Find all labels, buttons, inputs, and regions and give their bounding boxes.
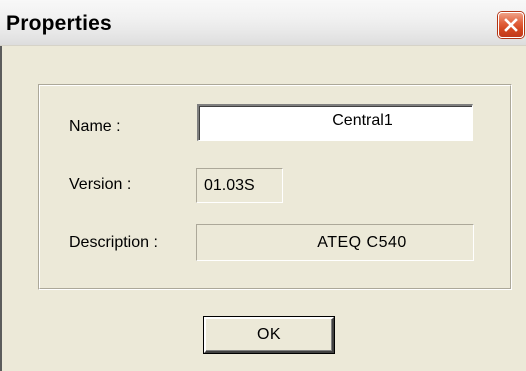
dialog-title: Properties [6, 12, 112, 35]
close-icon [503, 17, 519, 33]
description-value: ATEQ C540 [317, 234, 407, 251]
description-field: ATEQ C540 [196, 224, 474, 261]
name-label: Name : [69, 118, 121, 135]
ok-button[interactable]: OK [204, 317, 334, 353]
version-label: Version : [69, 176, 132, 193]
name-field[interactable]: Central1 [197, 104, 473, 141]
title-bar[interactable]: Properties [0, 0, 526, 46]
window-left-edge [0, 46, 2, 371]
version-field: 01.03S [196, 168, 283, 203]
description-label: Description : [69, 234, 158, 251]
name-value: Central1 [332, 112, 393, 129]
close-button[interactable] [498, 12, 524, 38]
properties-dialog: Properties Name : Central1 Version : 01.… [0, 0, 526, 371]
